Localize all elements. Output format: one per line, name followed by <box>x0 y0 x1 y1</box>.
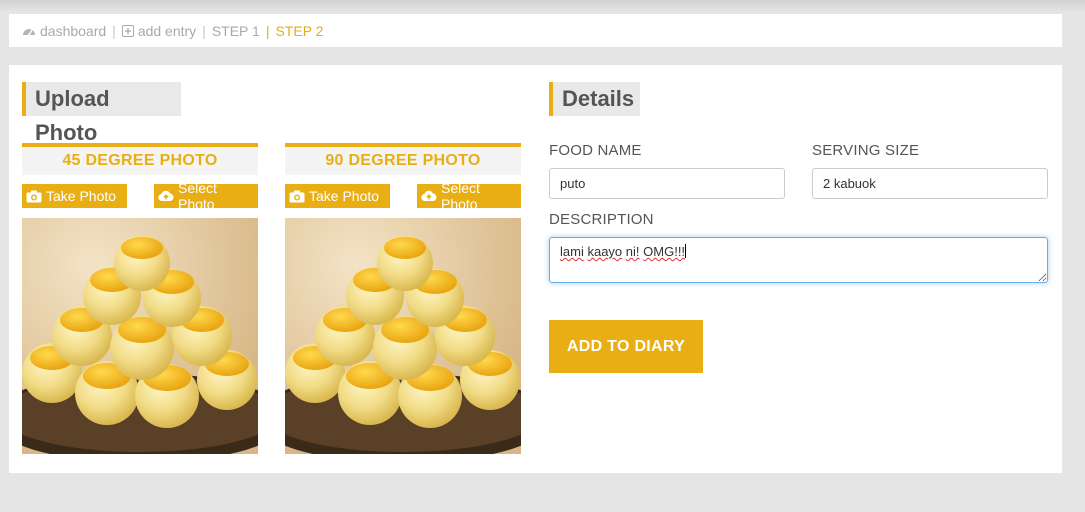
description-word: kaayo <box>587 244 623 259</box>
food-name-input[interactable]: puto <box>549 168 785 199</box>
plus-square-icon <box>121 24 134 37</box>
cloud-upload-icon <box>158 190 174 202</box>
add-to-diary-button[interactable]: ADD TO DIARY <box>549 320 703 373</box>
photo-card-45: 45 DEGREE PHOTO Take Photo Select Photo <box>22 143 258 454</box>
main-panel: Upload Photo 45 DEGREE PHOTO Take Photo … <box>9 65 1062 473</box>
top-shadow <box>0 0 1085 12</box>
select-photo-label: Select Photo <box>178 180 217 212</box>
details-title: Details <box>549 82 640 116</box>
serving-size-label: SERVING SIZE <box>812 142 920 159</box>
breadcrumb-separator: | <box>265 22 270 39</box>
select-photo-label: Select Photo <box>441 180 480 212</box>
take-photo-label: Take Photo <box>309 188 380 204</box>
description-label: DESCRIPTION <box>549 211 654 228</box>
food-photo <box>285 218 521 454</box>
breadcrumb-step-1[interactable]: STEP 1 <box>212 23 260 39</box>
select-photo-button[interactable]: Select Photo <box>154 180 258 212</box>
breadcrumb-add-entry-label: add entry <box>137 22 197 39</box>
select-photo-button[interactable]: Select Photo <box>417 180 521 212</box>
breadcrumb-dashboard-label: dashboard <box>40 22 107 39</box>
breadcrumb-separator: | <box>202 22 206 39</box>
take-photo-button[interactable]: Take Photo <box>22 184 127 208</box>
photo-card-heading: 45 DEGREE PHOTO <box>22 143 258 175</box>
take-photo-button[interactable]: Take Photo <box>285 184 390 208</box>
text-caret <box>685 244 687 258</box>
breadcrumb-add-entry[interactable]: add entry <box>121 22 197 39</box>
description-word: OMG!!! <box>643 244 686 259</box>
serving-size-input[interactable]: 2 kabuok <box>812 168 1048 199</box>
breadcrumb: dashboard | add entry | STEP 1 | STEP 2 <box>9 14 1062 47</box>
description-word: ni! <box>625 244 640 259</box>
dashboard-icon <box>22 25 36 37</box>
breadcrumb-separator: | <box>112 22 116 39</box>
photo-buttons: Take Photo Select Photo <box>285 180 521 212</box>
photo-card-heading: 90 DEGREE PHOTO <box>285 143 521 175</box>
description-textarea[interactable]: lami kaayo ni! OMG!!! <box>549 237 1048 283</box>
breadcrumb-step-2[interactable]: STEP 2 <box>275 23 323 39</box>
breadcrumb-dashboard[interactable]: dashboard <box>22 23 106 39</box>
description-word: lami <box>560 244 584 259</box>
photo-buttons: Take Photo Select Photo <box>22 180 258 212</box>
take-photo-label: Take Photo <box>46 188 117 204</box>
photo-card-90: 90 DEGREE PHOTO Take Photo Select Photo <box>285 143 521 454</box>
food-photo <box>22 218 258 454</box>
cloud-upload-icon <box>421 190 437 202</box>
food-name-label: FOOD NAME <box>549 142 642 159</box>
camera-icon <box>289 190 305 203</box>
camera-icon <box>26 190 42 203</box>
upload-photo-title: Upload Photo <box>22 82 181 145</box>
